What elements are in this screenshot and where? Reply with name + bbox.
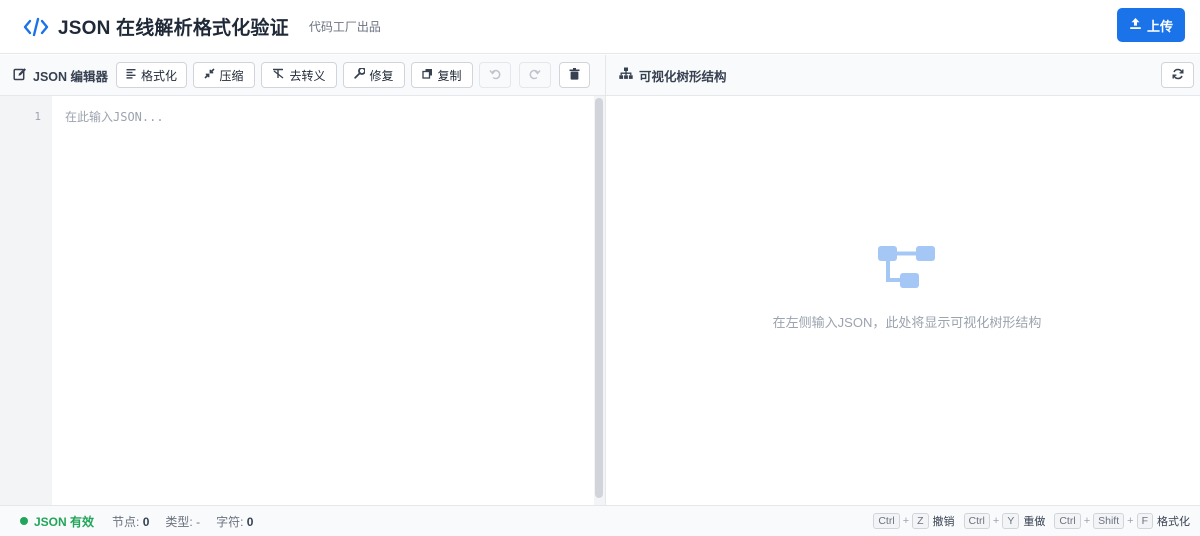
undo-button[interactable] (479, 62, 511, 88)
tree-title-label: 可视化树形结构 (639, 69, 727, 84)
upload-button[interactable]: 上传 (1117, 8, 1185, 42)
tree-empty-text: 在左侧输入JSON，此处将显示可视化树形结构 (772, 315, 1042, 330)
app-title: JSON 在线解析格式化验证 (58, 18, 289, 39)
json-valid-status: JSON 有效 (34, 514, 95, 529)
editor-panel-title: JSON 编辑器 (13, 66, 108, 85)
plus-sign: + (902, 515, 910, 527)
type-value: - (196, 514, 201, 529)
upload-label: 上传 (1146, 18, 1173, 34)
unescape-button[interactable]: 去转义 (261, 62, 337, 88)
node-count: 节点: 0 (112, 513, 149, 530)
format-button[interactable]: 格式化 (116, 62, 187, 88)
upload-icon (1129, 17, 1142, 33)
char-count-value: 0 (246, 514, 254, 529)
shortcut-hints: Ctrl + Z 撤销 Ctrl + Y 重做 Ctrl + Shift + F… (873, 506, 1190, 536)
unescape-label: 去转义 (289, 68, 326, 83)
kbd-key: Ctrl (963, 513, 990, 529)
sitemap-icon (619, 67, 633, 83)
copy-button[interactable]: 复制 (411, 62, 473, 88)
status-bar: JSON 有效 节点: 0 类型: - 字符: 0 Ctrl + Z 撤销 Ct… (0, 505, 1200, 536)
kbd-key: Ctrl (1054, 513, 1081, 529)
remove-format-icon (272, 68, 285, 82)
header: JSON 在线解析格式化验证 代码工厂出品 上传 (0, 0, 1200, 54)
char-count: 字符: 0 (216, 513, 253, 530)
undo-icon (489, 68, 501, 83)
node-count-label: 节点: (112, 514, 140, 529)
plus-sign: + (1127, 515, 1134, 527)
redo-button[interactable] (519, 62, 551, 88)
refresh-icon (1172, 68, 1184, 83)
repair-button[interactable]: 修复 (343, 62, 405, 88)
editor-scrollbar[interactable] (594, 96, 605, 505)
code-icon (22, 13, 50, 41)
format-label: 格式化 (140, 68, 177, 83)
kbd-key: Y (1002, 513, 1020, 529)
edit-icon (13, 67, 27, 84)
kbd-key: Z (912, 513, 929, 529)
copy-label: 复制 (437, 68, 462, 83)
wrench-icon (354, 67, 367, 82)
compress-label: 压缩 (219, 68, 244, 83)
copy-icon (422, 68, 433, 82)
align-left-icon (126, 68, 137, 82)
json-editor[interactable]: 在此输入JSON... (52, 96, 594, 505)
editor-title-label: JSON 编辑器 (33, 69, 109, 84)
kbd-key: F (1136, 513, 1153, 529)
compress-icon (204, 68, 216, 82)
format-shortcut-label: 格式化 (1157, 516, 1190, 528)
tree-panel-title: 可视化树形结构 (619, 66, 727, 85)
tree-view: 在左侧输入JSON，此处将显示可视化树形结构 (606, 96, 1200, 505)
tree-toolbar: 可视化树形结构 (606, 55, 1200, 96)
line-number: 1 (34, 110, 41, 123)
node-count-value: 0 (142, 514, 150, 529)
kbd-key: Ctrl (873, 513, 900, 529)
line-number-gutter: 1 (0, 96, 52, 505)
tree-structure-icon (878, 244, 936, 297)
app-subtitle: 代码工厂出品 (308, 20, 381, 34)
editor-placeholder: 在此输入JSON... (65, 110, 164, 124)
type-info: 类型: - (165, 513, 200, 530)
type-label: 类型: (165, 514, 193, 529)
undo-shortcut-label: 撤销 (932, 516, 955, 528)
kbd-key: Shift (1093, 513, 1125, 529)
refresh-button[interactable] (1161, 62, 1194, 88)
redo-icon (529, 68, 541, 83)
redo-shortcut-label: 重做 (1023, 516, 1046, 528)
status-dot (20, 517, 28, 525)
plus-sign: + (1083, 515, 1091, 527)
trash-icon (569, 67, 580, 83)
plus-sign: + (992, 515, 1000, 527)
compress-button[interactable]: 压缩 (193, 62, 255, 88)
repair-label: 修复 (369, 68, 394, 83)
editor-toolbar: JSON 编辑器 格式化 压缩 去转义 修复 复制 (0, 55, 605, 96)
scroll-thumb[interactable] (595, 98, 603, 498)
app: JSON 在线解析格式化验证 代码工厂出品 上传 JSON 编辑器 格式化 压缩… (0, 0, 1200, 536)
char-count-label: 字符: (216, 514, 244, 529)
clear-button[interactable] (559, 62, 590, 88)
